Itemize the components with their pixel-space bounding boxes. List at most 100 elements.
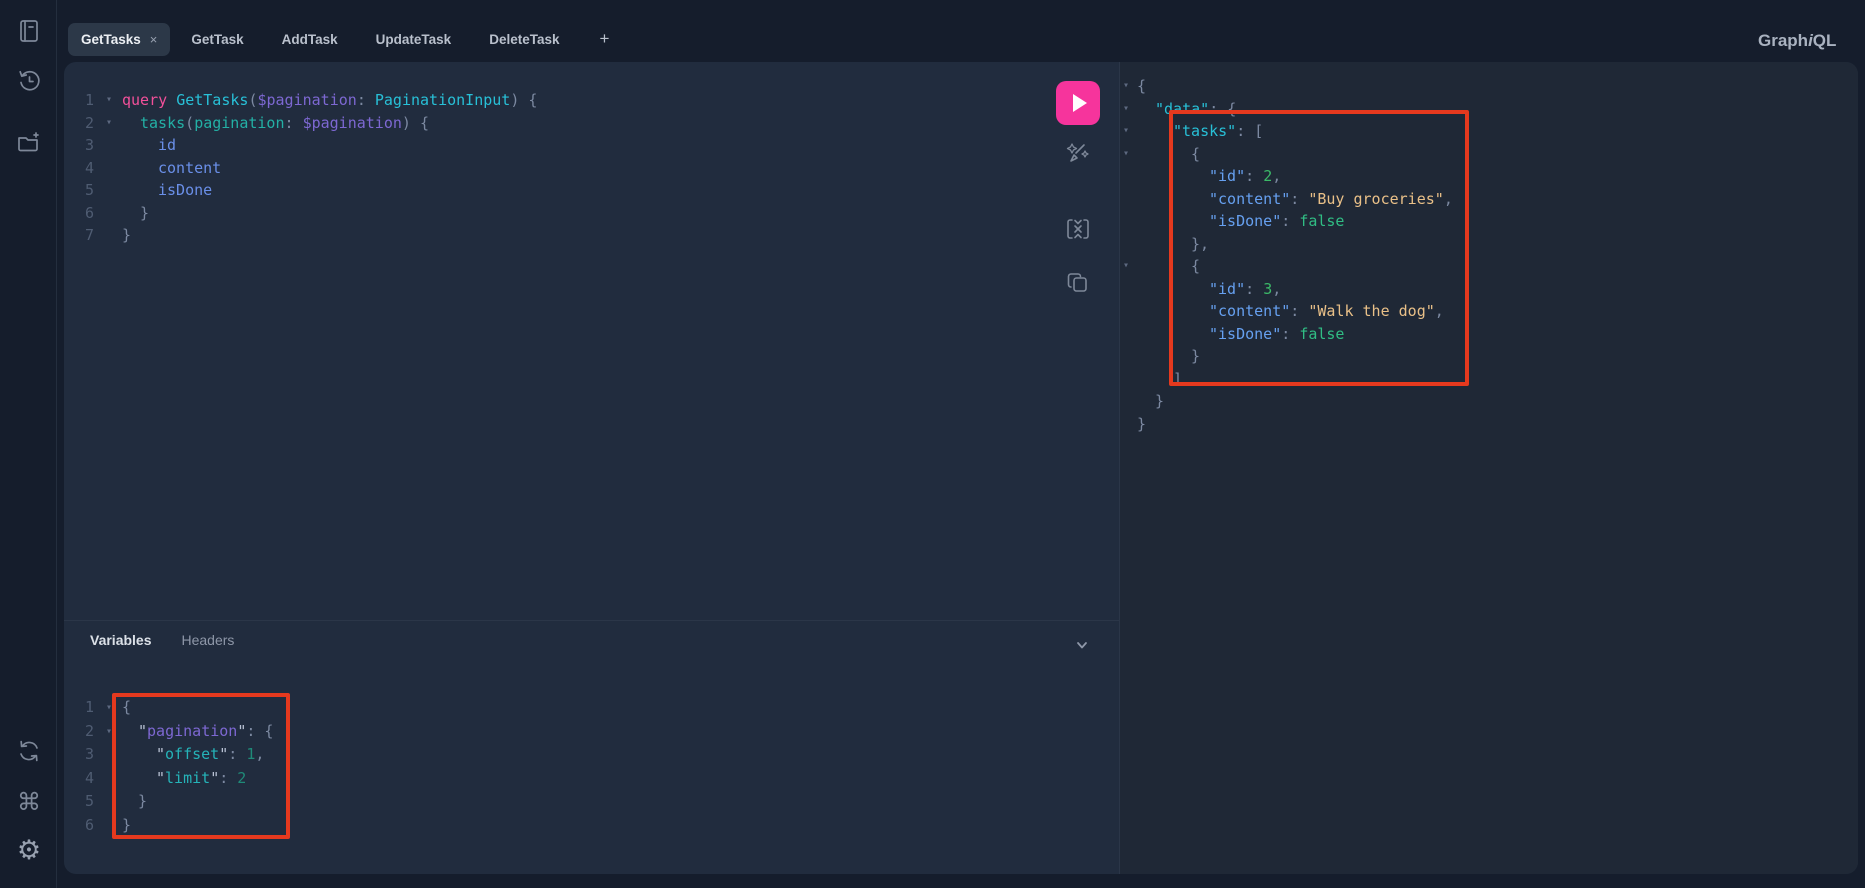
code-line[interactable]: 4 content — [64, 157, 1044, 180]
tab-label: GetTasks — [81, 32, 141, 47]
history-icon[interactable] — [14, 66, 44, 96]
code-line[interactable]: "isDone": false — [1120, 210, 1855, 233]
fold-gutter — [96, 134, 122, 157]
tab-gettask[interactable]: GetTask — [191, 32, 243, 47]
tab-headers[interactable]: Headers — [182, 632, 235, 648]
code-line[interactable]: "content": "Buy groceries", — [1120, 188, 1855, 211]
code-text: "isDone": false — [1137, 323, 1344, 346]
execute-button[interactable] — [1056, 81, 1100, 125]
code-line[interactable]: ▾{ — [1120, 255, 1855, 278]
fold-gutter — [96, 790, 122, 814]
tab-variables[interactable]: Variables — [90, 632, 152, 648]
copy-icon[interactable] — [1063, 268, 1093, 298]
prettify-icon[interactable] — [1063, 136, 1093, 166]
code-line[interactable]: } — [1120, 413, 1855, 436]
line-number: 5 — [64, 179, 96, 202]
close-tab-icon[interactable]: × — [150, 33, 158, 46]
fold-gutter — [1120, 210, 1137, 233]
code-line[interactable]: 4"limit": 2 — [64, 767, 1044, 791]
code-line[interactable]: 3"offset": 1, — [64, 743, 1044, 767]
editor-tools-divider — [64, 620, 1119, 621]
code-line[interactable]: 5} — [64, 790, 1044, 814]
code-line[interactable]: 1▾query GetTasks($pagination: Pagination… — [64, 89, 1044, 112]
code-text: query GetTasks($pagination: PaginationIn… — [122, 89, 537, 112]
code-text: } — [122, 224, 131, 247]
code-line[interactable]: ▾"data": { — [1120, 98, 1855, 121]
code-line[interactable]: ▾{ — [1120, 143, 1855, 166]
code-line[interactable]: 6} — [64, 202, 1044, 225]
fold-arrow-icon[interactable]: ▾ — [1120, 120, 1137, 143]
merge-fragments-icon[interactable] — [1063, 214, 1093, 244]
code-text: } — [122, 814, 131, 838]
fold-arrow-icon[interactable]: ▾ — [1120, 143, 1137, 166]
code-line[interactable]: } — [1120, 390, 1855, 413]
line-number: 6 — [64, 814, 96, 838]
settings-icon[interactable]: ⚙ — [14, 835, 44, 865]
code-line[interactable]: "content": "Walk the dog", — [1120, 300, 1855, 323]
tab-addtask[interactable]: AddTask — [282, 32, 338, 47]
play-icon — [1056, 81, 1100, 125]
code-text: ] — [1137, 368, 1182, 391]
fold-arrow-icon[interactable]: ▾ — [1120, 75, 1137, 98]
chevron-down-icon[interactable] — [1074, 638, 1090, 654]
code-text: isDone — [122, 179, 212, 202]
add-tab-button[interactable]: + — [600, 29, 610, 49]
code-text: "id": 3, — [1137, 278, 1281, 301]
fold-arrow-icon[interactable]: ▾ — [96, 112, 122, 135]
graphiql-logo: GraphiQL — [1758, 31, 1836, 51]
fold-gutter — [1120, 300, 1137, 323]
docs-icon[interactable] — [14, 16, 44, 46]
code-line[interactable]: 1▾{ — [64, 696, 1044, 720]
code-text: "content": "Walk the dog", — [1137, 300, 1444, 323]
tab-deletetask[interactable]: DeleteTask — [489, 32, 559, 47]
fold-gutter — [96, 202, 122, 225]
fold-gutter — [96, 767, 122, 791]
code-line[interactable]: } — [1120, 345, 1855, 368]
response-viewer[interactable]: ▾{▾"data": {▾"tasks": [▾{"id": 2,"conten… — [1120, 75, 1855, 435]
tab-gettasks-active[interactable]: GetTasks × — [68, 23, 170, 56]
line-number: 1 — [64, 89, 96, 112]
code-line[interactable]: "id": 2, — [1120, 165, 1855, 188]
line-number: 2 — [64, 112, 96, 135]
command-glyph: ⌘ — [17, 788, 41, 816]
code-line[interactable]: 2▾tasks(pagination: $pagination) { — [64, 112, 1044, 135]
code-line[interactable]: }, — [1120, 233, 1855, 256]
code-line[interactable]: 3id — [64, 134, 1044, 157]
tab-updatetask[interactable]: UpdateTask — [376, 32, 452, 47]
line-number: 4 — [64, 157, 96, 180]
code-line[interactable]: 2▾"pagination": { — [64, 720, 1044, 744]
refetch-icon[interactable] — [14, 736, 44, 766]
code-text: "pagination": { — [122, 720, 273, 744]
code-line[interactable]: 7} — [64, 224, 1044, 247]
fold-arrow-icon[interactable]: ▾ — [1120, 255, 1137, 278]
variables-editor[interactable]: 1▾{2▾"pagination": {3"offset": 1,4"limit… — [64, 696, 1044, 838]
code-line[interactable]: 5 isDone — [64, 179, 1044, 202]
editor-tools-tabs: Variables Headers — [90, 632, 234, 648]
code-text: { — [1137, 255, 1200, 278]
code-text: { — [1137, 143, 1200, 166]
code-text: "isDone": false — [1137, 210, 1344, 233]
line-number: 3 — [64, 743, 96, 767]
code-text: content — [122, 157, 221, 180]
fold-arrow-icon[interactable]: ▾ — [1120, 98, 1137, 121]
shortcuts-icon[interactable]: ⌘ — [14, 787, 44, 817]
folder-icon[interactable] — [14, 127, 44, 157]
code-line[interactable]: "id": 3, — [1120, 278, 1855, 301]
code-text: } — [1137, 413, 1146, 436]
fold-gutter — [1120, 390, 1137, 413]
line-number: 6 — [64, 202, 96, 225]
fold-gutter — [1120, 345, 1137, 368]
code-text: id — [122, 134, 176, 157]
code-line[interactable]: ▾{ — [1120, 75, 1855, 98]
fold-arrow-icon[interactable]: ▾ — [96, 696, 122, 720]
fold-gutter — [1120, 188, 1137, 211]
code-line[interactable]: "isDone": false — [1120, 323, 1855, 346]
fold-gutter — [1120, 323, 1137, 346]
query-editor[interactable]: 1▾query GetTasks($pagination: Pagination… — [64, 89, 1044, 247]
fold-arrow-icon[interactable]: ▾ — [96, 720, 122, 744]
code-line[interactable]: 6} — [64, 814, 1044, 838]
code-line[interactable]: ] — [1120, 368, 1855, 391]
fold-arrow-icon[interactable]: ▾ — [96, 89, 122, 112]
code-text: } — [1137, 390, 1164, 413]
code-line[interactable]: ▾"tasks": [ — [1120, 120, 1855, 143]
